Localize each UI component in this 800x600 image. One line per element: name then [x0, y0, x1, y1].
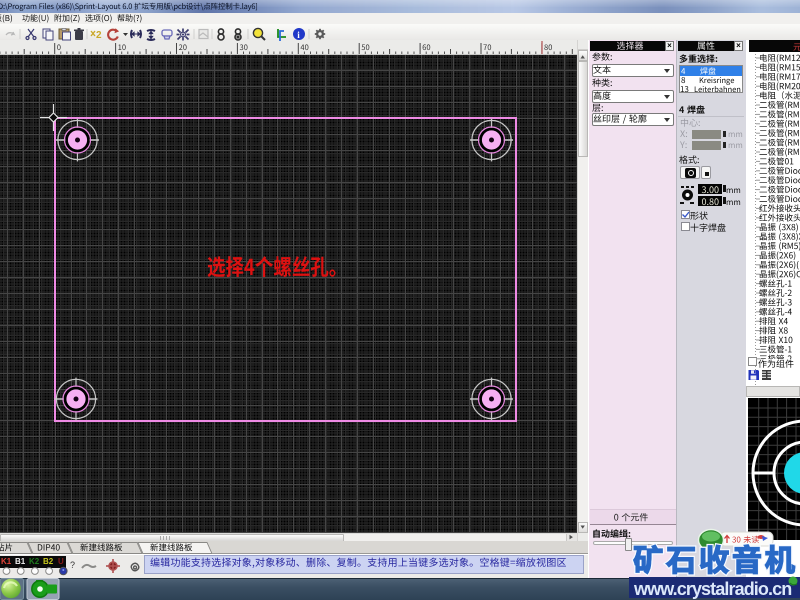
svg-text:2: 2: [96, 30, 102, 41]
svg-text:www.crystalradio.cn: www.crystalradio.cn: [633, 579, 791, 599]
svg-text:?: ?: [70, 560, 75, 570]
